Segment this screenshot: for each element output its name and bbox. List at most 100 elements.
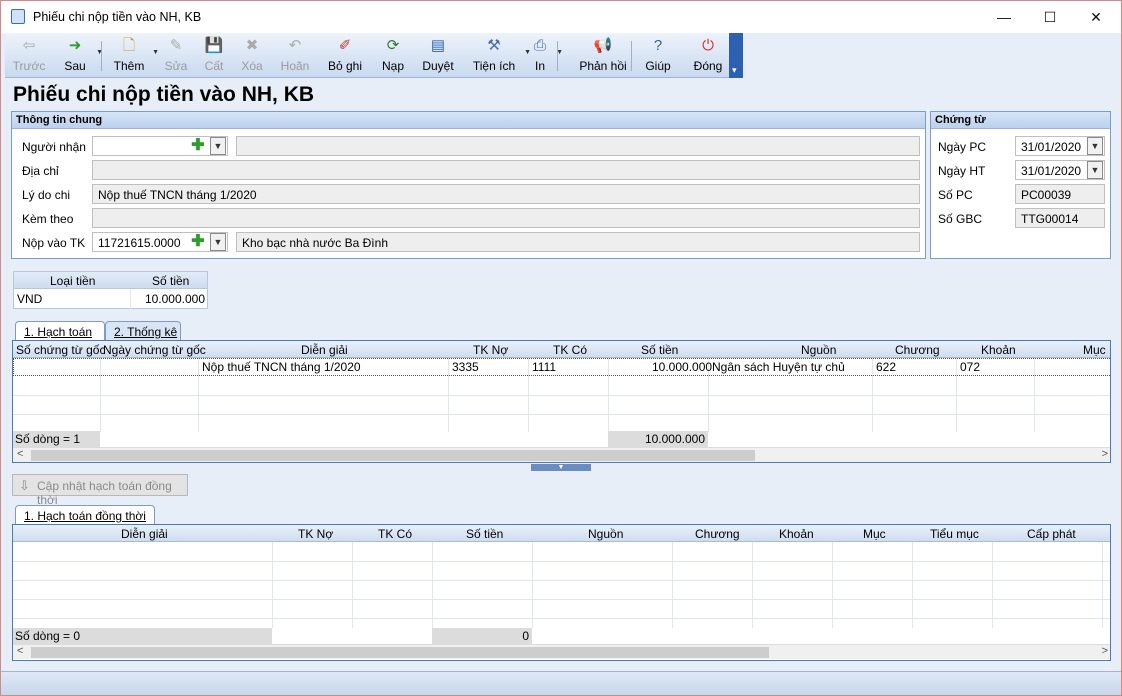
update-button-label: Cập nhật hạch toán đồng thời — [37, 479, 172, 507]
scroll-thumb[interactable] — [31, 450, 755, 461]
tab-hach-toan-dong-thoi[interactable]: 1. Hạch toán đồng thời — [15, 505, 155, 524]
ngay-ht-label: Ngày HT — [938, 164, 986, 178]
col-nguon[interactable]: Nguồn — [801, 343, 836, 357]
update-concurrent-accounting-button[interactable]: ⇩ Cập nhật hạch toán đồng thời — [12, 474, 188, 507]
col-so-tien[interactable]: Số tiền — [641, 343, 678, 357]
col-loai-tien: Loại tiền — [50, 274, 96, 288]
dia-chi-field[interactable] — [92, 160, 920, 180]
row-tk-no[interactable]: 3335 — [452, 360, 479, 374]
row-khoan[interactable]: 072 — [960, 360, 980, 374]
toolbar-label: Bỏ ghi — [327, 59, 363, 73]
horizontal-scrollbar[interactable]: < > — [13, 644, 1110, 659]
col-dien-giai[interactable]: Diễn giải — [121, 527, 168, 541]
col-muc[interactable]: Mục — [1083, 343, 1106, 357]
save-icon: 💾 — [204, 37, 224, 54]
tab-thong-ke-label: 2. Thống kê — [114, 325, 178, 339]
toolbar-button-feedback[interactable]: 📢 Phản hồi — [573, 33, 633, 78]
power-icon: ⏻ — [702, 37, 714, 54]
toolbar-button-tools[interactable]: ⚒ Tiện ích ▼ — [465, 33, 531, 78]
toolbar-button-browse[interactable]: ▤ Duyệt — [415, 33, 461, 78]
toolbar-button-unpost[interactable]: ✐ Bỏ ghi — [321, 33, 369, 78]
row-dien-giai[interactable]: Nộp thuế TNCN tháng 1/2020 — [202, 360, 361, 374]
minimize-button[interactable]: — — [981, 1, 1027, 33]
close-button[interactable]: ✕ — [1073, 1, 1119, 33]
scroll-left-icon[interactable]: < — [17, 448, 23, 460]
add-recipient-icon[interactable]: ✚ — [190, 138, 206, 154]
toolbar-separator — [631, 41, 632, 71]
nguoi-nhan-code-field[interactable] — [92, 136, 228, 156]
tab-thong-ke[interactable]: 2. Thống kê — [105, 321, 181, 340]
so-gbc-field[interactable]: TTG00014 — [1015, 208, 1105, 228]
unpost-icon: ✐ — [338, 37, 352, 54]
horizontal-scrollbar[interactable]: < > — [13, 447, 1110, 462]
window-title: Phiếu chi nộp tiền vào NH, KB — [33, 10, 202, 24]
col-nguon[interactable]: Nguồn — [588, 527, 623, 541]
maximize-button[interactable]: ☐ — [1027, 1, 1073, 33]
toolbar-button-save[interactable]: 💾 Cất — [195, 33, 233, 78]
scroll-left-icon[interactable]: < — [17, 645, 23, 657]
col-tk-co[interactable]: TK Có — [553, 343, 587, 357]
scroll-right-icon[interactable]: > — [1102, 645, 1108, 657]
nop-vao-tk-dropdown-button[interactable]: ▼ — [210, 233, 226, 251]
row-so-tien[interactable]: 10.000.000 — [652, 360, 712, 374]
col-muc[interactable]: Mục — [863, 527, 886, 541]
page-title: Phiếu chi nộp tiền vào NH, KB — [13, 83, 315, 106]
scroll-right-icon[interactable]: > — [1102, 448, 1108, 460]
toolbar-button-arrow-left[interactable]: ⇦ Trước — [9, 33, 49, 78]
col-cap-phat[interactable]: Cấp phát — [1027, 527, 1076, 541]
col-tk-no[interactable]: TK Nợ — [473, 343, 508, 357]
scroll-thumb[interactable] — [31, 647, 769, 658]
grid2-footer-total-cell: 0 — [432, 628, 532, 644]
col-dien-giai[interactable]: Diễn giải — [301, 343, 348, 357]
nguoi-nhan-name-field[interactable] — [236, 136, 920, 156]
col-tk-no[interactable]: TK Nợ — [298, 527, 333, 541]
toolbar-button-reload[interactable]: ⟳ Nạp — [373, 33, 413, 78]
row-tk-co[interactable]: 1111 — [532, 360, 556, 374]
col-so-chung-tu-goc[interactable]: Số chứng từ gốc — [16, 343, 105, 357]
ly-do-chi-field[interactable]: Nộp thuế TNCN tháng 1/2020 — [92, 184, 920, 204]
nop-vao-tk-name-field[interactable]: Kho bạc nhà nước Ba Đình — [236, 232, 920, 252]
row-nguon[interactable]: Ngân sách Huyện tự chủ — [712, 360, 845, 374]
toolbar-label: Trước — [12, 59, 46, 73]
table-row[interactable]: Nộp thuế TNCN tháng 1/2020 3335 1111 10.… — [13, 358, 1110, 376]
amount-cell[interactable]: 10.000.000 — [145, 292, 205, 306]
grid-footer-count-cell: Số dòng = 1 — [13, 431, 100, 447]
toolbar: ⇦ Trước ➜ Sau ▼ 🗋 Thêm ▼ ✎ Sửa 💾 Cất ✖ Xóa ↶ Hoãn ✐ Bỏ gh… — [5, 33, 743, 78]
ngay-ht-dropdown-button[interactable]: ▼ — [1087, 161, 1103, 179]
kem-theo-field[interactable] — [92, 208, 920, 228]
so-pc-label: Số PC — [938, 188, 973, 202]
col-tieu-muc[interactable]: Tiểu mục — [930, 527, 979, 541]
toolbar-overflow-button[interactable]: ▾ — [729, 33, 743, 78]
col-khoan[interactable]: Khoản — [779, 527, 814, 541]
toolbar-button-print[interactable]: ⎙ In ▼ — [525, 33, 563, 78]
nop-vao-tk-field[interactable]: 11721615.0000 — [92, 232, 228, 252]
currency-table: Loại tiền Số tiền VND 10.000.000 — [13, 271, 208, 309]
toolbar-button-edit[interactable]: ✎ Sửa — [157, 33, 195, 78]
ngay-pc-dropdown-button[interactable]: ▼ — [1087, 137, 1103, 155]
col-so-tien[interactable]: Số tiền — [466, 527, 503, 541]
toolbar-button-undo[interactable]: ↶ Hoãn — [273, 33, 317, 78]
toolbar-button-help[interactable]: ? Giúp — [639, 33, 677, 78]
toolbar-label: Hoãn — [280, 59, 310, 73]
so-pc-field[interactable]: PC00039 — [1015, 184, 1105, 204]
toolbar-button-add-document[interactable]: 🗋 Thêm ▼ — [107, 33, 159, 78]
row-chuong[interactable]: 622 — [876, 360, 896, 374]
toolbar-button-delete[interactable]: ✖ Xóa — [233, 33, 271, 78]
col-khoan[interactable]: Khoản — [981, 343, 1016, 357]
toolbar-button-arrow-right[interactable]: ➜ Sau ▼ — [55, 33, 103, 78]
col-tk-co[interactable]: TK Có — [378, 527, 412, 541]
add-account-icon[interactable]: ✚ — [190, 234, 206, 250]
col-ngay-chung-tu-goc[interactable]: Ngày chứng từ gốc — [103, 343, 206, 357]
splitter-handle[interactable]: ▼ — [531, 464, 591, 471]
nguoi-nhan-dropdown-button[interactable]: ▼ — [210, 137, 226, 155]
so-gbc-label: Số GBC — [938, 212, 983, 226]
currency-cell[interactable]: VND — [17, 292, 42, 306]
grid2-footer-count-cell: Số dòng = 0 — [13, 628, 272, 644]
down-arrow-icon: ⇩ — [19, 478, 30, 493]
col-chuong[interactable]: Chương — [695, 527, 740, 541]
col-chuong[interactable]: Chương — [895, 343, 940, 357]
browse-icon: ▤ — [430, 37, 446, 54]
tab-hach-toan[interactable]: 1. Hạch toán — [15, 321, 105, 340]
toolbar-button-power[interactable]: ⏻ Đóng — [685, 33, 731, 78]
row-count: Số dòng = 0 — [15, 629, 81, 643]
